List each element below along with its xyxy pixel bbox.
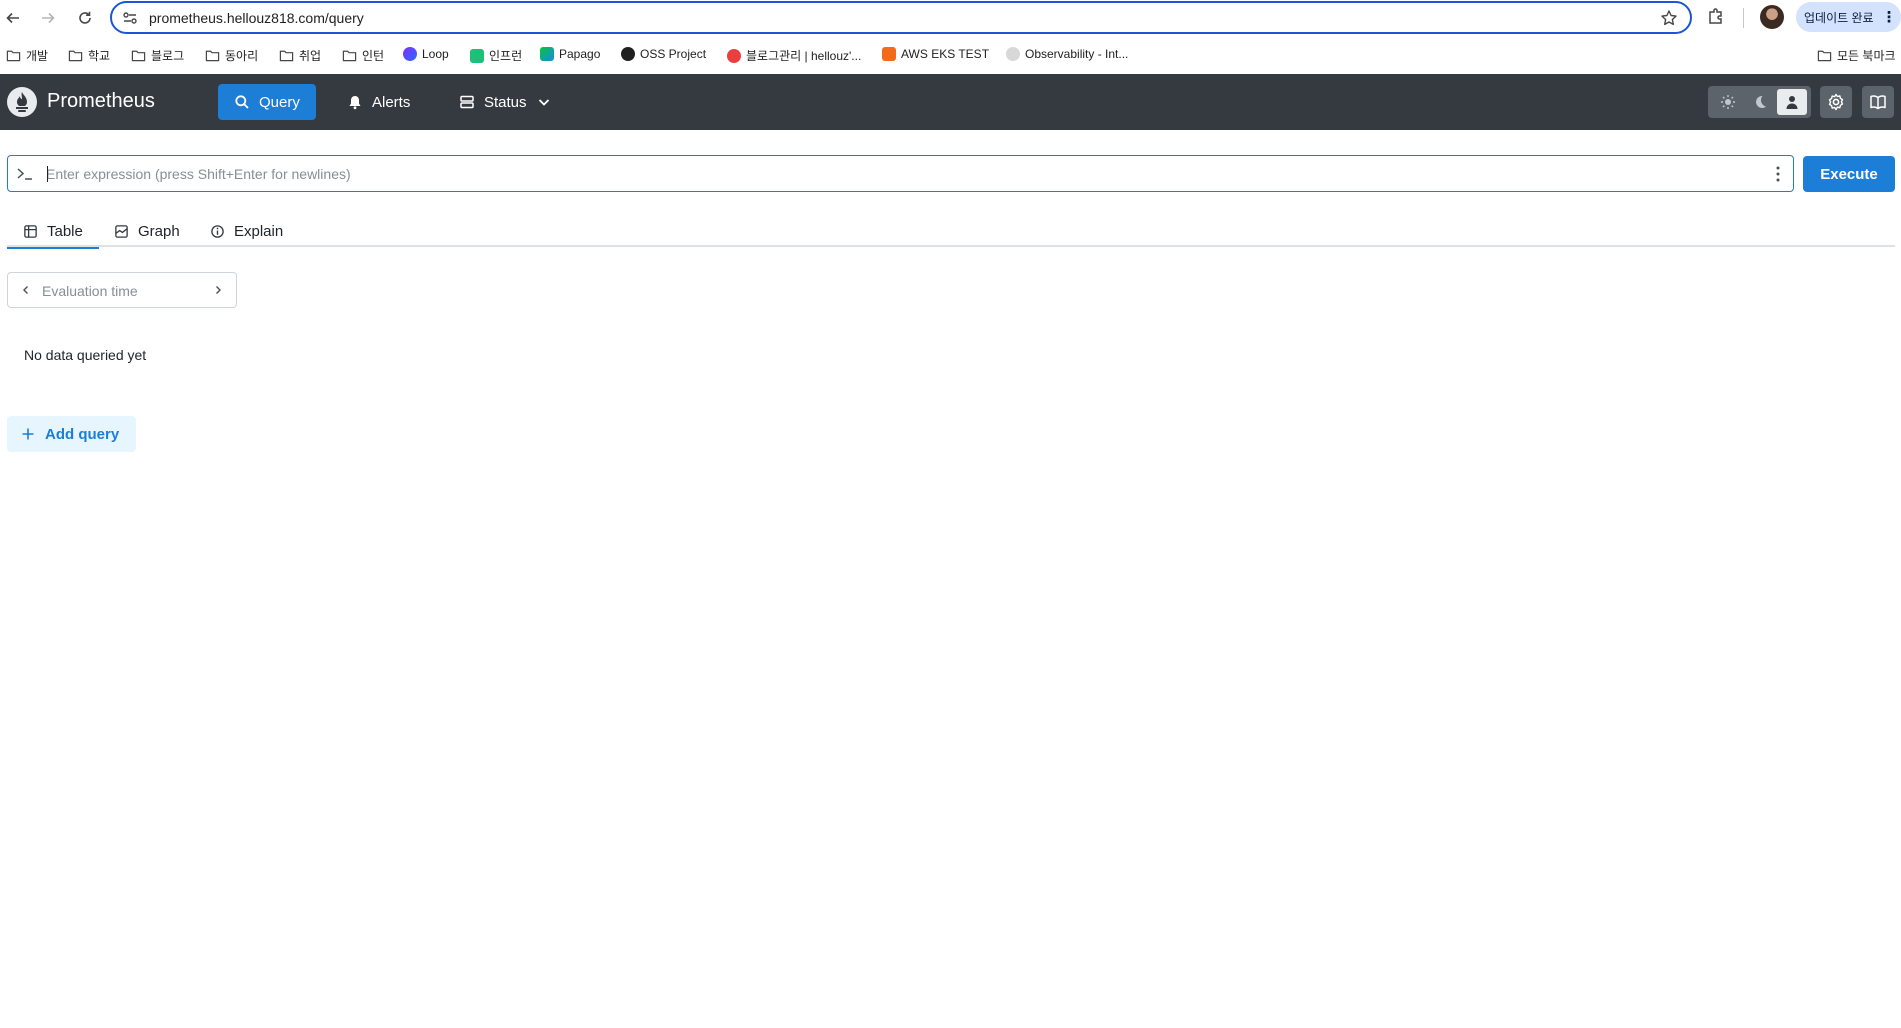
app-brand[interactable]: Prometheus	[47, 90, 155, 113]
add-query-button[interactable]: Add query	[7, 416, 136, 452]
tab-explain[interactable]: Explain	[194, 215, 299, 247]
search-icon	[235, 95, 249, 109]
nav-status-label: Status	[484, 93, 527, 111]
folder-icon	[6, 50, 21, 62]
bookmark-folder-blog[interactable]: 블로그	[131, 47, 184, 64]
more-vert-icon[interactable]	[1775, 165, 1781, 183]
update-label: 업데이트 완료	[1804, 10, 1874, 25]
bookmark-folder-job[interactable]: 취업	[279, 47, 321, 64]
folder-icon	[68, 50, 83, 62]
nav-query-button[interactable]: Query	[218, 84, 316, 120]
bookmark-star-icon[interactable]	[1660, 9, 1678, 27]
bookmark-papago[interactable]: Papago	[540, 47, 600, 61]
empty-state-message: No data queried yet	[24, 347, 147, 363]
nav-alerts-button[interactable]: Alerts	[331, 84, 426, 120]
url-text[interactable]: prometheus.hellouz818.com/query	[149, 10, 364, 26]
bookmark-aws-eks-test[interactable]: AWS EKS TEST	[882, 47, 989, 61]
bookmark-folder-school[interactable]: 학교	[68, 47, 110, 64]
nav-query-label: Query	[259, 93, 300, 111]
address-bar[interactable]: prometheus.hellouz818.com/query	[110, 1, 1692, 34]
moon-icon	[1756, 95, 1766, 108]
theme-light-button[interactable]	[1713, 89, 1743, 115]
bell-icon	[349, 96, 361, 110]
theme-dark-button[interactable]	[1745, 89, 1775, 115]
site-settings-icon[interactable]	[122, 10, 138, 26]
inflearn-icon	[470, 48, 484, 63]
server-icon	[460, 95, 474, 109]
chart-area-icon	[115, 224, 128, 238]
bookmark-loop[interactable]: Loop	[403, 47, 449, 61]
tab-table[interactable]: Table	[7, 215, 99, 249]
table-icon	[24, 224, 37, 238]
folder-icon	[279, 50, 294, 62]
chevron-left-icon[interactable]	[20, 284, 32, 296]
aws-icon	[882, 47, 896, 61]
loop-icon	[403, 47, 417, 61]
bookmark-blog-admin[interactable]: 블로그관리 | hellouz'...	[727, 47, 861, 64]
bookmark-folder-dev[interactable]: 개발	[6, 47, 48, 64]
book-icon	[1870, 95, 1886, 110]
add-query-label: Add query	[45, 425, 120, 443]
expression-input[interactable]	[46, 162, 1746, 186]
back-button[interactable]	[0, 5, 26, 31]
plus-icon	[22, 428, 34, 440]
tistory-icon	[727, 48, 741, 63]
terminal-prompt-icon	[17, 168, 32, 180]
folder-icon	[131, 50, 146, 62]
gear-icon	[1828, 93, 1844, 111]
chevron-right-icon[interactable]	[212, 284, 224, 296]
grafana-icon	[1006, 47, 1020, 61]
tab-graph[interactable]: Graph	[98, 215, 196, 247]
chevron-down-icon	[538, 99, 549, 106]
folder-icon	[342, 50, 357, 62]
result-tabs: Table Graph Explain	[7, 215, 1895, 249]
profile-avatar[interactable]	[1760, 5, 1784, 29]
folder-icon	[205, 50, 220, 62]
github-icon	[621, 47, 635, 61]
extensions-icon[interactable]	[1705, 6, 1727, 28]
app-header: Prometheus Query Alerts Status	[0, 74, 1901, 130]
reload-button[interactable]	[72, 5, 98, 31]
more-vert-icon: ⋮	[1881, 8, 1897, 26]
execute-button[interactable]: Execute	[1803, 156, 1895, 192]
evaluation-time-picker[interactable]: Evaluation time	[7, 272, 237, 308]
info-circle-icon	[211, 224, 224, 238]
documentation-button[interactable]	[1862, 86, 1894, 118]
folder-icon	[1817, 50, 1832, 62]
forward-button[interactable]	[35, 5, 61, 31]
papago-icon	[540, 47, 554, 61]
text-cursor	[47, 166, 48, 182]
evaluation-time-placeholder[interactable]: Evaluation time	[42, 283, 138, 299]
arrow-right-icon	[42, 12, 55, 24]
bookmark-observability[interactable]: Observability - Int...	[1006, 47, 1128, 61]
bookmark-folder-intern[interactable]: 인턴	[342, 47, 384, 64]
user-icon	[1786, 96, 1798, 109]
nav-status-button[interactable]: Status	[443, 84, 568, 120]
bookmark-inflearn[interactable]: 인프런	[470, 47, 522, 64]
browser-toolbar: prometheus.hellouz818.com/query 업데이트 완료 …	[0, 0, 1901, 36]
nav-alerts-label: Alerts	[372, 93, 411, 111]
reload-icon	[79, 11, 91, 24]
toolbar-divider	[1743, 8, 1744, 28]
sun-icon	[1721, 95, 1735, 109]
expression-input-container[interactable]	[7, 155, 1794, 192]
settings-button[interactable]	[1820, 86, 1852, 118]
update-button[interactable]: 업데이트 완료 ⋮	[1796, 2, 1901, 32]
all-bookmarks-folder[interactable]: 모든 북마크	[1817, 47, 1896, 64]
theme-switcher	[1708, 86, 1811, 118]
bookmarks-bar: 개발 학교 블로그 동아리 취업 인턴 Loop 인프런 Papago OSS …	[0, 38, 1901, 72]
arrow-left-icon	[6, 12, 19, 24]
bookmark-oss-project[interactable]: OSS Project	[621, 47, 706, 61]
prometheus-logo-icon[interactable]	[7, 87, 37, 117]
bookmark-folder-club[interactable]: 동아리	[205, 47, 258, 64]
theme-auto-button[interactable]	[1777, 89, 1807, 115]
